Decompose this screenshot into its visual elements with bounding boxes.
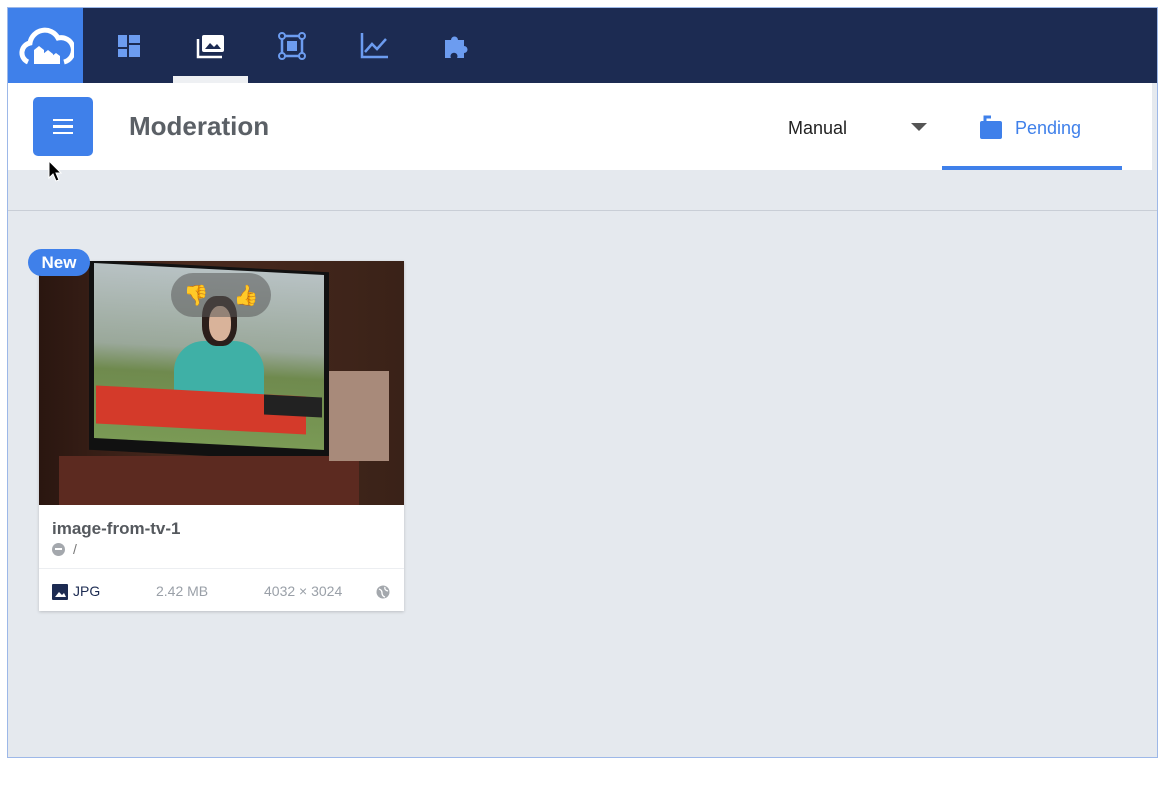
asset-size: 2.42 MB (156, 583, 209, 599)
mouse-cursor-icon (48, 160, 62, 182)
thumbs-down-icon[interactable]: 👎 (184, 283, 209, 308)
folder-path: / (73, 541, 77, 557)
asset-card[interactable]: 👎 👍 image-from-tv-1 / JPG 2.42 MB 4032 ×… (39, 261, 404, 611)
inbox-icon (980, 115, 1002, 139)
media-library-icon[interactable] (173, 8, 248, 83)
card-divider (39, 568, 404, 569)
dashboard-icon[interactable] (91, 8, 166, 83)
asset-format: JPG (73, 583, 101, 599)
moderation-vote-overlay: 👎 👍 (171, 273, 271, 317)
chevron-down-icon[interactable] (911, 123, 927, 131)
divider (8, 210, 1157, 211)
asset-name[interactable]: image-from-tv-1 (52, 519, 180, 539)
moderation-mode-select[interactable]: Manual (788, 118, 847, 139)
reports-icon[interactable] (336, 8, 411, 83)
image-icon (52, 584, 68, 600)
globe-icon[interactable] (376, 585, 390, 599)
asset-thumbnail[interactable]: 👎 👍 (39, 261, 404, 505)
asset-folder: / (52, 541, 77, 557)
tab-label: Pending (1015, 118, 1082, 138)
page-header: Moderation Manual Pending (8, 83, 1152, 170)
addons-icon[interactable] (418, 8, 493, 83)
tab-pending[interactable]: Pending (942, 83, 1122, 170)
page-title: Moderation (129, 111, 270, 141)
transformations-icon[interactable] (254, 8, 329, 83)
cloud-logo-icon[interactable] (8, 8, 83, 83)
app-window: Moderation Manual Pending 👎 👍 image-from… (7, 7, 1158, 758)
new-badge: New (28, 249, 90, 276)
menu-button[interactable] (33, 97, 93, 156)
asset-dimensions: 4032 × 3024 (264, 583, 343, 599)
status-neutral-icon (52, 542, 65, 556)
thumbs-up-icon[interactable]: 👍 (234, 283, 259, 308)
top-nav (8, 8, 1157, 83)
